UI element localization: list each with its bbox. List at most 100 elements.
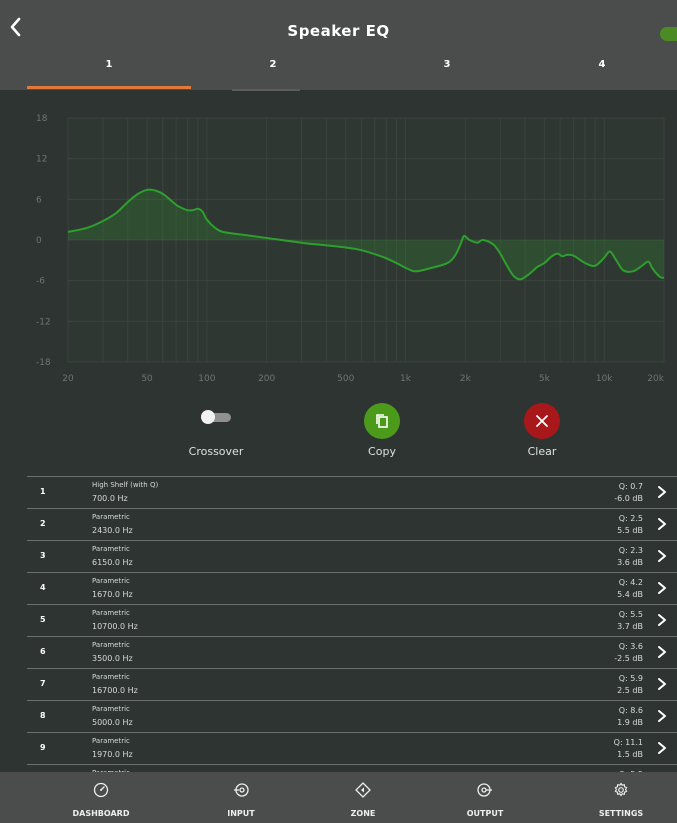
filter-frequency: 10700.0 Hz xyxy=(92,622,138,631)
gear-icon xyxy=(614,782,628,797)
nav-settings-label: SETTINGS xyxy=(598,809,644,818)
input-icon xyxy=(234,783,249,797)
filter-gain: 3.6 dB xyxy=(617,558,643,567)
filter-row[interactable]: 6 Parametric 3500.0 Hz Q: 3.6 -2.5 dB xyxy=(27,636,677,668)
copy-icon xyxy=(376,414,388,428)
filter-number: 6 xyxy=(40,647,46,656)
filter-q: Q: 5.9 xyxy=(618,674,643,683)
nav-output[interactable]: OUTPUT xyxy=(420,772,550,823)
filter-q: Q: 5.5 xyxy=(618,610,643,619)
filter-type: High Shelf (with Q) xyxy=(92,481,159,489)
nav-settings[interactable]: SETTINGS xyxy=(556,772,677,823)
filter-gain: -6.0 dB xyxy=(614,494,643,503)
crossover-switch[interactable] xyxy=(201,410,231,424)
chevron-right-icon[interactable] xyxy=(655,580,669,596)
filter-q: Q: 3.6 xyxy=(618,642,643,651)
filter-row[interactable]: 9 Parametric 1970.0 Hz Q: 11.1 1.5 dB xyxy=(27,732,677,764)
chevron-right-icon[interactable] xyxy=(655,708,669,724)
filter-number: 4 xyxy=(40,583,46,592)
tab-3[interactable]: 3 xyxy=(365,46,529,90)
zone-icon xyxy=(355,782,371,798)
tab-4[interactable]: 4 xyxy=(520,46,677,90)
eq-chart-svg: 18 12 6 0 -6 -12 -18 20 50 100 200 500 1k 2k 5k 10k 20k xyxy=(36,114,665,384)
x-tick-label: 200 xyxy=(258,374,275,384)
filter-number: 9 xyxy=(40,743,46,752)
speedometer-icon xyxy=(93,782,109,798)
x-tick-label: 20 xyxy=(62,374,74,384)
chevron-right-icon[interactable] xyxy=(655,548,669,564)
filter-gain: 1.5 dB xyxy=(617,750,643,759)
filter-frequency: 5000.0 Hz xyxy=(92,718,133,727)
chevron-right-icon[interactable] xyxy=(655,740,669,756)
eq-actions: Crossover Copy Clear xyxy=(0,395,677,470)
filter-number: 7 xyxy=(40,679,46,688)
tab-2[interactable]: 2 xyxy=(191,46,355,90)
filter-q: Q: 4.2 xyxy=(618,578,643,587)
filter-type: Parametric xyxy=(92,737,130,745)
x-tick-label: 20k xyxy=(647,374,664,384)
page-title: Speaker EQ xyxy=(287,22,390,40)
y-tick-label: -18 xyxy=(36,358,51,368)
chevron-right-icon[interactable] xyxy=(655,516,669,532)
filter-number: 8 xyxy=(40,711,46,720)
clear-button[interactable] xyxy=(524,403,560,439)
y-tick-label: 0 xyxy=(36,236,42,246)
nav-zone[interactable]: ZONE xyxy=(298,772,428,823)
filter-number: 3 xyxy=(40,551,46,560)
enable-toggle[interactable] xyxy=(660,27,677,41)
chevron-right-icon[interactable] xyxy=(655,676,669,692)
filter-frequency: 16700.0 Hz xyxy=(92,686,138,695)
y-tick-label: 12 xyxy=(36,155,47,165)
filter-row[interactable]: 5 Parametric 10700.0 Hz Q: 5.5 3.7 dB xyxy=(27,604,677,636)
chevron-right-icon[interactable] xyxy=(655,484,669,500)
nav-output-label: OUTPUT xyxy=(466,809,504,818)
nav-dashboard[interactable]: DASHBOARD xyxy=(36,772,166,823)
filter-gain: 3.7 dB xyxy=(617,622,643,631)
speaker-tabs: 1 2 3 4 xyxy=(0,46,677,90)
filter-frequency: 700.0 Hz xyxy=(92,494,128,503)
filter-frequency: 3500.0 Hz xyxy=(92,654,133,663)
crossover-label: Crossover xyxy=(188,445,244,458)
app-header: Speaker EQ 1 2 3 4 xyxy=(0,0,677,91)
x-tick-label: 100 xyxy=(198,374,215,384)
y-tick-label: -6 xyxy=(36,277,45,287)
chevron-right-icon[interactable] xyxy=(655,644,669,660)
filter-q: Q: 0.7 xyxy=(618,482,643,491)
filter-type: Parametric xyxy=(92,641,130,649)
filter-frequency: 1970.0 Hz xyxy=(92,750,133,759)
close-icon xyxy=(536,415,548,427)
filter-q: Q: 2.3 xyxy=(618,546,643,555)
nav-zone-label: ZONE xyxy=(350,809,376,818)
filter-q: Q: 2.5 xyxy=(618,514,643,523)
nav-input[interactable]: INPUT xyxy=(176,772,306,823)
nav-dashboard-label: DASHBOARD xyxy=(72,809,130,818)
tab-1[interactable]: 1 xyxy=(27,46,191,90)
filter-q: Q: 11.1 xyxy=(613,738,643,747)
filter-row[interactable]: 4 Parametric 1670.0 Hz Q: 4.2 5.4 dB xyxy=(27,572,677,604)
filter-type: Parametric xyxy=(92,545,130,553)
filter-type: Parametric xyxy=(92,705,130,713)
nav-input-label: INPUT xyxy=(227,809,255,818)
x-tick-label: 1k xyxy=(400,374,412,384)
filter-row[interactable]: 2 Parametric 2430.0 Hz Q: 2.5 5.5 dB xyxy=(27,508,677,540)
filter-gain: -2.5 dB xyxy=(614,654,643,663)
filter-type: Parametric xyxy=(92,513,130,521)
x-tick-label: 2k xyxy=(460,374,472,384)
filter-gain: 2.5 dB xyxy=(617,686,643,695)
filter-gain: 5.5 dB xyxy=(617,526,643,535)
copy-button[interactable] xyxy=(364,403,400,439)
eq-chart[interactable]: 18 12 6 0 -6 -12 -18 20 50 100 200 500 1k 2k 5k 10k 20k xyxy=(0,90,677,395)
filter-frequency: 6150.0 Hz xyxy=(92,558,133,567)
active-tab-indicator xyxy=(27,86,191,89)
filter-row[interactable]: 3 Parametric 6150.0 Hz Q: 2.3 3.6 dB xyxy=(27,540,677,572)
chevron-right-icon[interactable] xyxy=(655,612,669,628)
filter-row[interactable]: ParametricQ: 5.5 xyxy=(27,764,677,772)
filter-type: Parametric xyxy=(92,577,130,585)
filter-row[interactable]: 7 Parametric 16700.0 Hz Q: 5.9 2.5 dB xyxy=(27,668,677,700)
y-tick-label: -12 xyxy=(36,317,51,327)
filter-row[interactable]: 8 Parametric 5000.0 Hz Q: 8.6 1.9 dB xyxy=(27,700,677,732)
output-icon xyxy=(477,783,492,797)
filter-row[interactable]: 1 High Shelf (with Q) 700.0 Hz Q: 0.7 -6.0 d… xyxy=(27,476,677,508)
filter-number: 1 xyxy=(40,487,46,496)
x-tick-label: 50 xyxy=(141,374,153,384)
